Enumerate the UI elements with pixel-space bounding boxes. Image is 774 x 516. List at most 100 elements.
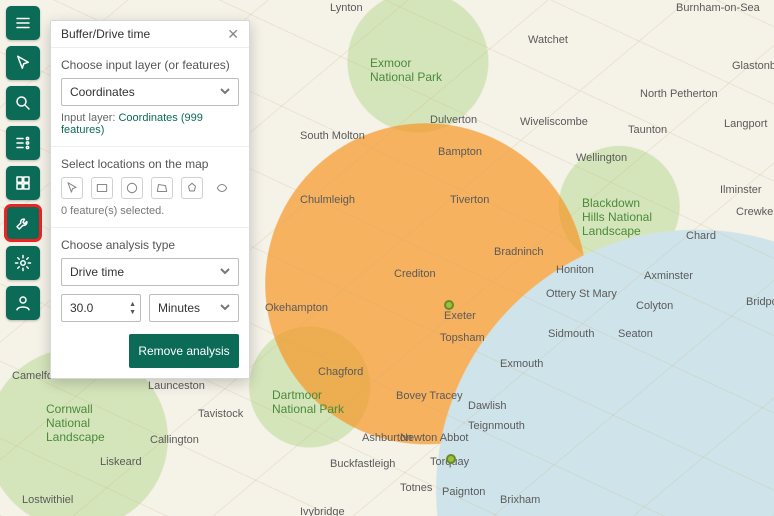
basemap-button[interactable]: [6, 166, 40, 200]
panel-header: Buffer/Drive time ✕: [51, 21, 249, 48]
clear-selection-tool[interactable]: [211, 177, 233, 199]
map-place-label: Bridport: [746, 296, 774, 308]
analysis-section: Choose analysis type Drive time 30.0 ▲ ▼…: [51, 228, 249, 378]
analysis-tools-button[interactable]: [6, 206, 40, 240]
sidebar: [6, 6, 40, 320]
map-place-label: CornwallNationalLandscape: [46, 402, 105, 444]
map-place-label: Bovey Tracey: [396, 390, 463, 402]
map-place-label: Burnham-on-Sea: [676, 2, 760, 14]
map-place-label: Langport: [724, 118, 767, 130]
stepper: ▲ ▼: [129, 301, 136, 316]
gear-icon: [14, 254, 32, 272]
map-place-label: Ottery St Mary: [546, 288, 617, 300]
map-place-label: Honiton: [556, 264, 594, 276]
exeter-marker[interactable]: [444, 300, 454, 310]
map-place-label: Colyton: [636, 300, 673, 312]
analysis-value-input[interactable]: 30.0 ▲ ▼: [61, 294, 141, 322]
map-place-label: Chulmleigh: [300, 194, 355, 206]
search-button[interactable]: [6, 86, 40, 120]
close-icon[interactable]: ✕: [227, 27, 239, 41]
polygon-icon: [155, 181, 169, 195]
eraser-icon: [215, 181, 229, 195]
map-place-label: Liskeard: [100, 456, 142, 468]
map-place-label: BlackdownHills NationalLandscape: [582, 196, 652, 238]
selection-tools: [61, 177, 239, 199]
map-place-label: Crewkerne: [736, 206, 774, 218]
search-icon: [14, 94, 32, 112]
layers-button[interactable]: [6, 126, 40, 160]
map-place-label: Callington: [150, 434, 199, 446]
map-place-label: Ashburton: [362, 432, 412, 444]
select-polygon-tool[interactable]: [151, 177, 173, 199]
analysis-type-value: Drive time: [70, 265, 124, 279]
input-layer-select[interactable]: Coordinates: [61, 78, 239, 106]
select-rectangle-tool[interactable]: [91, 177, 113, 199]
step-down-icon[interactable]: ▼: [129, 309, 136, 316]
panel-title: Buffer/Drive time: [61, 27, 150, 41]
layers-icon: [14, 134, 32, 152]
map-place-label: Lynton: [330, 2, 363, 14]
user-icon: [14, 294, 32, 312]
lasso-icon: [185, 181, 199, 195]
cursor-icon: [14, 54, 32, 72]
menu-icon: [14, 14, 32, 32]
analysis-type-label: Choose analysis type: [61, 238, 239, 252]
map-place-label: Chard: [686, 230, 716, 242]
select-pointer-tool[interactable]: [61, 177, 83, 199]
map-place-label: ExmoorNational Park: [370, 56, 442, 84]
map-place-label: Taunton: [628, 124, 667, 136]
select-locations-section: Select locations on the map 0 feature(s)…: [51, 147, 249, 228]
map-place-label: Tiverton: [450, 194, 489, 206]
input-layer-note: Input layer: Coordinates (999 features): [61, 112, 239, 136]
chevron-down-icon: [220, 85, 230, 99]
analysis-unit-value: Minutes: [158, 301, 200, 315]
select-circle-tool[interactable]: [121, 177, 143, 199]
map-place-label: Brixham: [500, 494, 540, 506]
map-place-label: Bradninch: [494, 246, 544, 258]
map-place-label: Lostwithiel: [22, 494, 73, 506]
step-up-icon[interactable]: ▲: [129, 301, 136, 308]
analysis-unit-select[interactable]: Minutes: [149, 294, 239, 322]
remove-analysis-button[interactable]: Remove analysis: [129, 334, 239, 368]
map-place-label: Totnes: [400, 482, 432, 494]
menu-button[interactable]: [6, 6, 40, 40]
map-place-label: Dulverton: [430, 114, 477, 126]
input-layer-value: Coordinates: [70, 85, 135, 99]
map-place-label: Wiveliscombe: [520, 116, 588, 128]
account-button[interactable]: [6, 286, 40, 320]
map-place-label: Exmouth: [500, 358, 543, 370]
map-place-label: Tavistock: [198, 408, 243, 420]
select-lasso-tool[interactable]: [181, 177, 203, 199]
torbay-marker[interactable]: [446, 454, 456, 464]
map-place-label: Buckfastleigh: [330, 458, 395, 470]
analysis-type-select[interactable]: Drive time: [61, 258, 239, 286]
map-place-label: Bampton: [438, 146, 482, 158]
map-place-label: Okehampton: [265, 302, 328, 314]
map-place-label: Ivybridge: [300, 506, 345, 516]
chevron-down-icon: [220, 301, 230, 315]
select-button[interactable]: [6, 46, 40, 80]
map-place-label: Topsham: [440, 332, 485, 344]
map-place-label: Exeter: [444, 310, 476, 322]
map-place-label: Paignton: [442, 486, 485, 498]
cursor-icon: [65, 181, 79, 195]
grid-icon: [14, 174, 32, 192]
selection-status: 0 feature(s) selected.: [61, 205, 239, 217]
wrench-icon: [14, 214, 32, 232]
map-place-label: Axminster: [644, 270, 693, 282]
map-place-label: Teignmouth: [468, 420, 525, 432]
map-place-label: North Petherton: [640, 88, 718, 100]
map-place-label: Chagford: [318, 366, 363, 378]
map-place-label: Dawlish: [468, 400, 507, 412]
settings-button[interactable]: [6, 246, 40, 280]
map-place-label: DartmoorNational Park: [272, 388, 344, 416]
circle-icon: [125, 181, 139, 195]
input-layer-section: Choose input layer (or features) Coordin…: [51, 48, 249, 147]
map-place-label: South Molton: [300, 130, 365, 142]
map-place-label: Glastonbu: [732, 60, 774, 72]
map-place-label: Seaton: [618, 328, 653, 340]
map-place-label: Crediton: [394, 268, 436, 280]
select-locations-label: Select locations on the map: [61, 157, 239, 171]
rectangle-icon: [95, 181, 109, 195]
chevron-down-icon: [220, 265, 230, 279]
